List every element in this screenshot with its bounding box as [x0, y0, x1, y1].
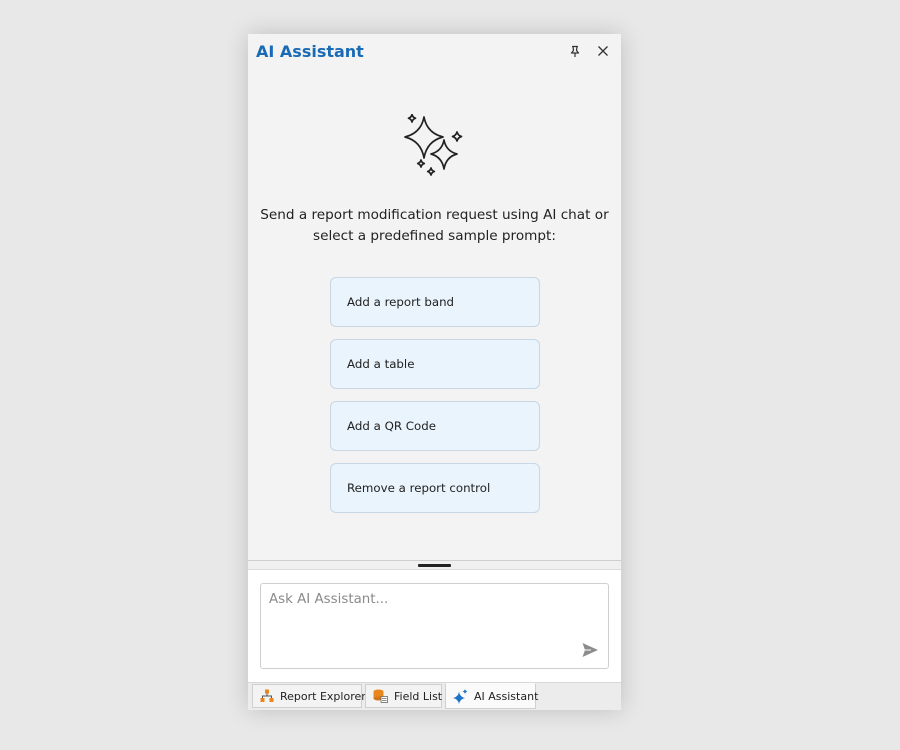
sparkles-icon — [404, 114, 463, 176]
pin-icon — [570, 45, 580, 57]
tab-field-list[interactable]: Field List — [365, 684, 442, 708]
pin-button[interactable] — [567, 43, 583, 59]
intro-line-2: select a predefined sample prompt: — [313, 228, 556, 244]
tab-report-explorer-label: Report Explorer — [280, 689, 366, 703]
tab-report-explorer[interactable]: Report Explorer — [252, 684, 366, 708]
tab-field-list-label: Field List — [394, 689, 443, 703]
prompt-add-qr-code-button[interactable]: Add a QR Code — [330, 401, 540, 451]
prompt-remove-report-control-button[interactable]: Remove a report control — [330, 463, 540, 513]
close-icon — [598, 46, 608, 56]
chat-input[interactable] — [260, 583, 609, 669]
intro-text: Send a report modification request using… — [248, 205, 621, 247]
prompt-add-table-button[interactable]: Add a table — [330, 339, 540, 389]
close-button[interactable] — [595, 43, 611, 59]
send-button[interactable] — [581, 641, 599, 659]
send-icon — [582, 643, 598, 657]
ai-assistant-panel: AI Assistant Send a report modification … — [248, 34, 621, 710]
splitter-grip-handle[interactable] — [418, 564, 451, 567]
intro-line-1: Send a report modification request using… — [260, 207, 609, 223]
report-explorer-icon — [260, 689, 274, 703]
tab-ai-assistant-label: AI Assistant — [474, 689, 539, 703]
chat-input-area — [248, 570, 621, 682]
sample-prompt-list: Add a report band Add a table Add a QR C… — [330, 277, 540, 525]
tab-ai-assistant[interactable]: AI Assistant — [445, 683, 539, 709]
bottom-tab-bar: Report Explorer Field List AI Assistant — [248, 682, 621, 710]
panel-title: AI Assistant — [256, 42, 364, 61]
panel-header: AI Assistant — [248, 34, 621, 68]
prompt-add-report-band-button[interactable]: Add a report band — [330, 277, 540, 327]
field-list-icon — [373, 689, 388, 703]
panel-splitter[interactable] — [248, 560, 621, 570]
ai-sparkle-icon — [453, 688, 468, 704]
